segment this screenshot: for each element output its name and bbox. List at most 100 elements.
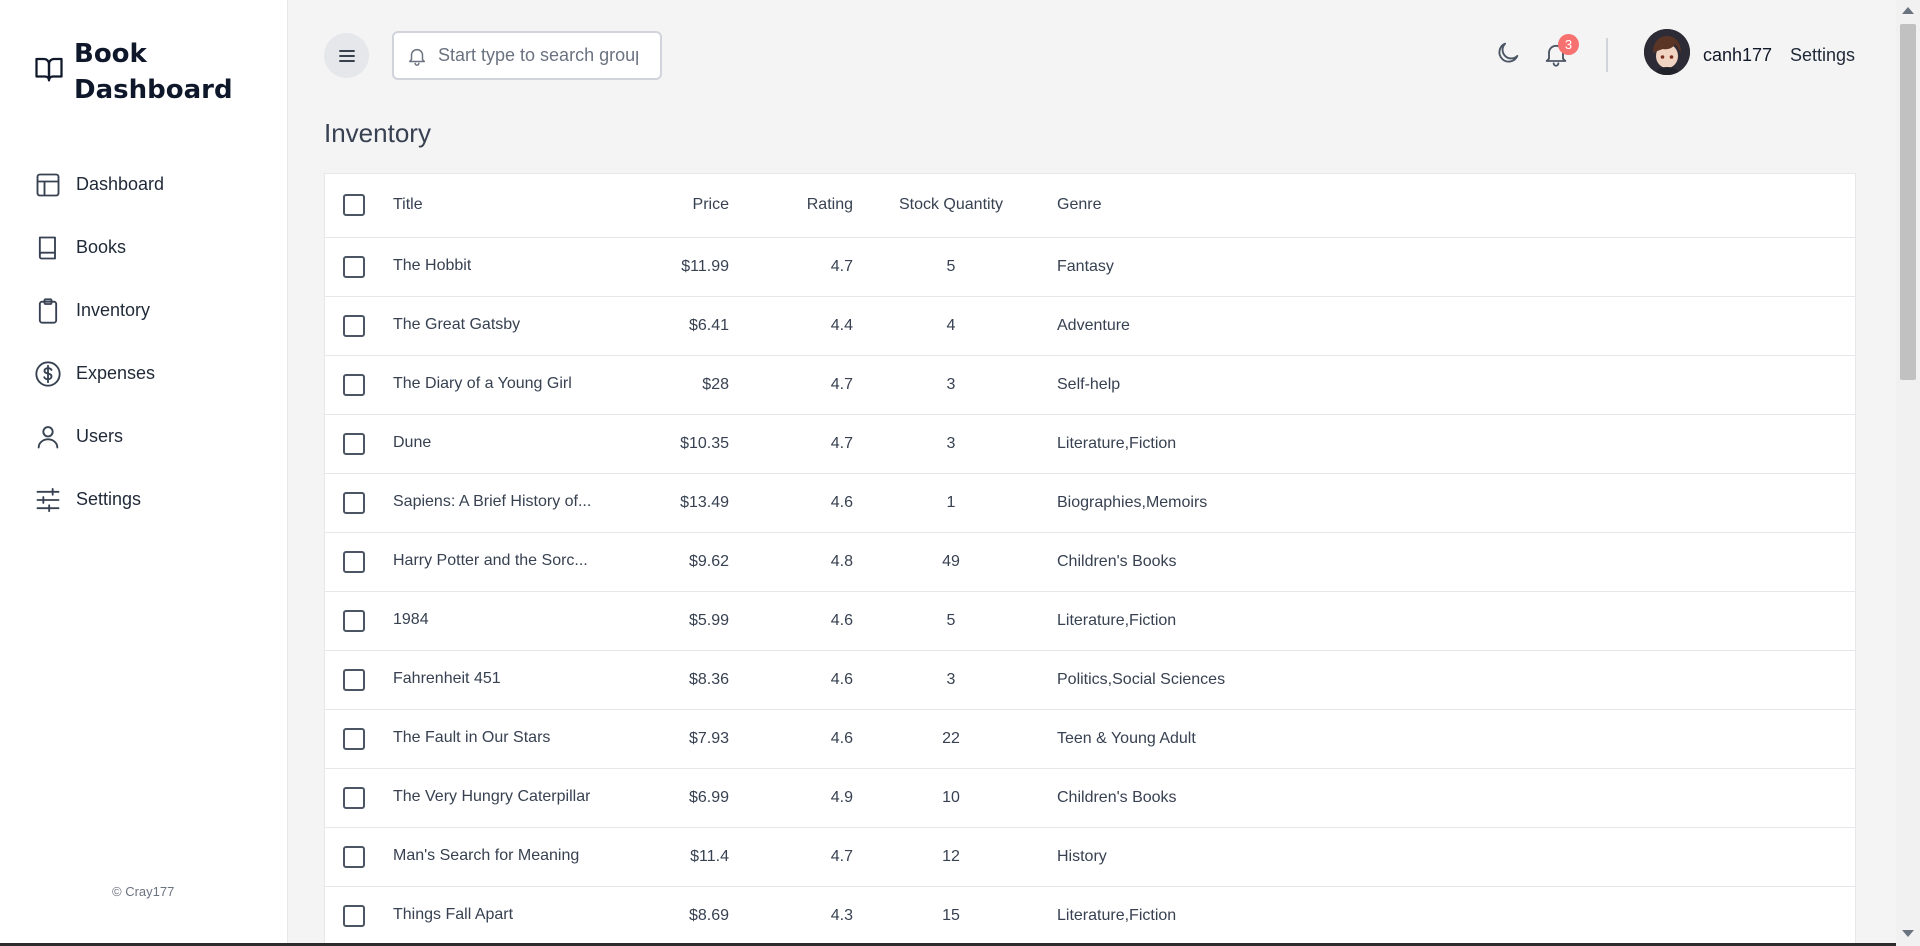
table-row[interactable]: Things Fall Apart $8.69 4.3 15 Literature,Fi…: [325, 886, 1855, 946]
cell-title: Things Fall Apart: [393, 906, 514, 924]
cell-price: $9.62: [615, 532, 729, 592]
row-checkbox[interactable]: [343, 314, 365, 337]
cell-genre: Self-help: [1049, 355, 1855, 415]
cell-title: Man's Search for Meaning: [393, 847, 580, 865]
table-header-row: Title Price Rating Stock Quantity Genre: [325, 174, 1855, 238]
clipboard-icon: [38, 297, 58, 324]
brand-title: Book Dashboard: [74, 39, 233, 105]
table-row[interactable]: Man's Search for Meaning $11.4 4.7 12 Histor…: [325, 827, 1855, 887]
column-header-price[interactable]: Price: [615, 174, 729, 238]
cell-title: The Hobbit: [393, 257, 472, 275]
menu-toggle-button[interactable]: [324, 33, 369, 78]
table-row[interactable]: Sapiens: A Brief History of... $13.49 4.6 1…: [325, 473, 1855, 533]
cell-title: The Diary of a Young Girl: [393, 375, 572, 393]
search-input[interactable]: [438, 45, 638, 66]
sidebar-item-label: Books: [76, 237, 127, 257]
cell-genre: Fantasy: [1049, 237, 1855, 297]
sidebar-item-dashboard[interactable]: Dashboard: [34, 153, 164, 216]
cell-title: The Very Hungry Caterpillar: [393, 788, 591, 806]
row-checkbox[interactable]: [343, 432, 365, 455]
sidebar-item-label: Dashboard: [76, 174, 165, 194]
book-icon: [38, 236, 56, 259]
page-scrollbar[interactable]: [1896, 0, 1920, 946]
sidebar-item-expenses[interactable]: Expenses: [34, 342, 164, 405]
row-checkbox[interactable]: [343, 373, 365, 396]
inventory-table-card: Title Price Rating Stock Quantity Genre …: [324, 173, 1856, 946]
cell-price: $10.35: [615, 414, 729, 474]
table-row[interactable]: Harry Potter and the Sorc... $9.62 4.8 49 Ch…: [325, 532, 1855, 592]
table-row[interactable]: Fahrenheit 451 $8.36 4.6 3 Politics,Social S…: [325, 650, 1855, 710]
cell-rating: 4.7: [729, 355, 853, 415]
cell-title: Dune: [393, 434, 432, 452]
cell-title: Fahrenheit 451: [393, 670, 501, 688]
column-header-title[interactable]: Title: [389, 174, 615, 238]
cell-title: Harry Potter and the Sorc...: [393, 552, 588, 570]
avatar[interactable]: [1644, 29, 1690, 75]
search-box[interactable]: [392, 31, 662, 80]
username[interactable]: canh177: [1703, 45, 1772, 66]
sidebar-item-label: Inventory: [76, 300, 151, 320]
row-checkbox[interactable]: [343, 727, 365, 750]
row-checkbox[interactable]: [343, 845, 365, 868]
table-row[interactable]: The Very Hungry Caterpillar $6.99 4.9 10 Chi…: [325, 768, 1855, 828]
moon-icon[interactable]: [1494, 39, 1522, 67]
cell-stock: 49: [853, 532, 1049, 592]
table-row[interactable]: The Diary of a Young Girl $28 4.7 3 Self-hel…: [325, 355, 1855, 415]
cell-rating: 4.6: [729, 650, 853, 710]
cell-price: $8.36: [615, 650, 729, 710]
table-row[interactable]: The Fault in Our Stars $7.93 4.6 22 Teen & Y…: [325, 709, 1855, 769]
cell-rating: 4.4: [729, 296, 853, 356]
cell-title: 1984: [393, 611, 429, 629]
sidebar-item-inventory[interactable]: Inventory: [34, 279, 164, 342]
cell-stock: 3: [853, 650, 1049, 710]
page-title: Inventory: [324, 118, 431, 148]
sidebar-item-label: Settings: [76, 489, 142, 509]
row-checkbox[interactable]: [343, 904, 365, 927]
cell-price: $13.49: [615, 473, 729, 533]
table-row[interactable]: The Hobbit $11.99 4.7 5 Fantasy: [325, 237, 1855, 297]
row-checkbox[interactable]: [343, 255, 365, 278]
open-book-icon: [35, 57, 63, 82]
row-checkbox[interactable]: [343, 609, 365, 632]
avatar-image: [1644, 29, 1690, 75]
cell-title: The Great Gatsby: [393, 316, 521, 334]
cell-genre: Teen & Young Adult: [1049, 709, 1855, 769]
cell-stock: 15: [853, 886, 1049, 946]
sidebar-item-settings[interactable]: Settings: [34, 468, 164, 531]
scroll-down-arrow-icon[interactable]: [1902, 930, 1914, 937]
sidebar-item-books[interactable]: Books: [34, 216, 164, 279]
scroll-up-arrow-icon[interactable]: [1902, 7, 1914, 14]
row-checkbox[interactable]: [343, 491, 365, 514]
row-checkbox[interactable]: [343, 786, 365, 809]
notification-badge: 3: [1558, 34, 1579, 55]
sliders-icon: [36, 487, 60, 512]
select-all-checkbox[interactable]: [343, 194, 365, 217]
table-row[interactable]: 1984 $5.99 4.6 5 Literature,Fiction: [325, 591, 1855, 651]
cell-rating: 4.8: [729, 532, 853, 592]
brand[interactable]: Book Dashboard: [34, 36, 234, 108]
table-row[interactable]: Dune $10.35 4.7 3 Literature,Fiction: [325, 414, 1855, 474]
cell-stock: 3: [853, 355, 1049, 415]
cell-genre: Politics,Social Sciences: [1049, 650, 1855, 710]
cell-stock: 5: [853, 237, 1049, 297]
sidebar-item-users[interactable]: Users: [34, 405, 164, 468]
cell-stock: 3: [853, 414, 1049, 474]
row-checkbox[interactable]: [343, 668, 365, 691]
cell-genre: History: [1049, 827, 1855, 887]
column-header-stock[interactable]: Stock Quantity: [853, 174, 1049, 238]
sidebar-nav: Dashboard Books Inventory Expenses Users: [34, 153, 164, 531]
cell-price: $11.4: [615, 827, 729, 887]
row-checkbox[interactable]: [343, 550, 365, 573]
copyright: © Cray177: [112, 884, 175, 899]
cell-title: The Fault in Our Stars: [393, 729, 551, 747]
cell-rating: 4.7: [729, 414, 853, 474]
settings-link[interactable]: Settings: [1790, 45, 1855, 66]
cell-rating: 4.7: [729, 237, 853, 297]
cell-price: $6.41: [615, 296, 729, 356]
scroll-thumb[interactable]: [1900, 24, 1916, 380]
column-header-genre[interactable]: Genre: [1049, 174, 1855, 238]
cell-genre: Adventure: [1049, 296, 1855, 356]
cell-title: Sapiens: A Brief History of...: [393, 493, 592, 511]
column-header-rating[interactable]: Rating: [729, 174, 853, 238]
table-row[interactable]: The Great Gatsby $6.41 4.4 4 Adventure: [325, 296, 1855, 356]
